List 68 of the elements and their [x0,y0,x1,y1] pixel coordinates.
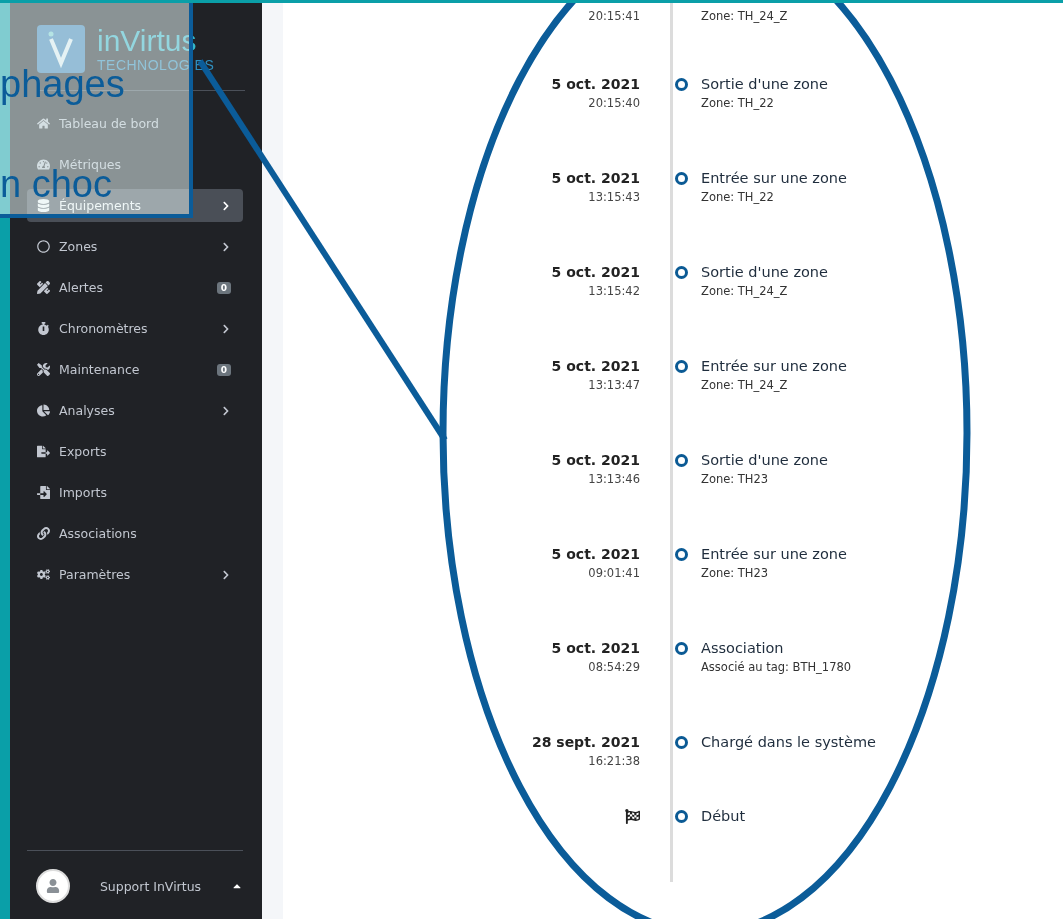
gauge-icon [37,158,50,171]
timeline-dot [674,78,688,91]
event-title: Début [701,807,747,826]
sidebar-item[interactable]: Maintenance 0 [27,353,243,386]
sidebar-item[interactable]: Imports [27,476,243,509]
event-date: 5 oct. 2021 [551,75,640,94]
event-title: Entrée sur une zone [701,169,848,188]
event-date: 28 sept. 2021 [531,733,640,752]
event-date: 5 oct. 2021 [551,263,640,282]
sidebar-item[interactable]: Paramètres [27,558,243,591]
event-time: 13:13:47 [588,377,640,394]
event-detail: Zone: TH_24_Z [701,283,789,300]
sidebar-item[interactable]: Zones [27,230,243,263]
event-time: 13:15:43 [588,189,640,206]
avatar[interactable] [36,869,70,903]
sidebar-item[interactable]: Associations [27,517,243,550]
timeline-dot [674,360,688,373]
event-time: 20:15:40 [588,95,640,112]
checkered-flag-icon [625,809,640,824]
event-date: 5 oct. 2021 [551,639,640,658]
event-title: Sortie d'une zone [701,263,829,282]
tools-icon [37,363,50,376]
link-icon [37,527,50,540]
file-import-icon [37,486,50,499]
pie-chart-icon [37,404,50,417]
event-time: 20:15:41 [588,8,640,25]
stopwatch-icon [37,322,50,335]
timeline-dot [674,736,688,749]
count-badge: 0 [216,363,231,376]
event-time: 16:21:38 [588,753,640,770]
ruler-pencil-icon [37,281,50,294]
sidebar-item[interactable]: Analyses [27,394,243,427]
event-date: 5 oct. 2021 [551,545,640,564]
timeline-dot [674,266,688,279]
timeline-dot [674,548,688,561]
timeline-dot [674,642,688,655]
timeline-dot [674,454,688,467]
event-time: 08:54:29 [588,659,640,676]
event-detail: Associé au tag: BTH_1780 [701,659,853,676]
event-date: 5 oct. 2021 [551,169,640,188]
home-icon [37,117,50,130]
timeline-dot [674,172,688,185]
database-icon [37,199,50,212]
event-time: 09:01:41 [588,565,640,582]
event-title: Sortie d'une zone [701,451,829,470]
event-title: Association [701,639,785,658]
sidebar-item[interactable]: Chronomètres [27,312,243,345]
event-detail: Zone: TH23 [701,471,770,488]
event-detail: Zone: TH_24_Z [701,377,789,394]
event-date: 5 oct. 2021 [551,451,640,470]
gears-icon [37,568,50,581]
event-time: 13:15:42 [588,283,640,300]
timeline-dot [674,810,688,823]
event-title: Entrée sur une zone [701,545,848,564]
event-detail: Zone: TH23 [701,565,770,582]
event-date: 5 oct. 2021 [551,357,640,376]
count-badge: 0 [216,281,231,294]
user-name[interactable]: Support InVirtus [70,878,231,894]
event-title: Entrée sur une zone [701,357,848,376]
event-title: Chargé dans le système [701,733,877,752]
event-detail: Zone: TH_22 [701,95,775,112]
event-detail: Zone: TH_22 [701,189,775,206]
file-export-icon [37,445,50,458]
sidebar-item[interactable]: Exports [27,435,243,468]
event-title: Sortie d'une zone [701,75,829,94]
event-time: 13:13:46 [588,471,640,488]
event-detail: Zone: TH_24_Z [701,8,789,25]
sidebar-item[interactable]: Alertes 0 [27,271,243,304]
